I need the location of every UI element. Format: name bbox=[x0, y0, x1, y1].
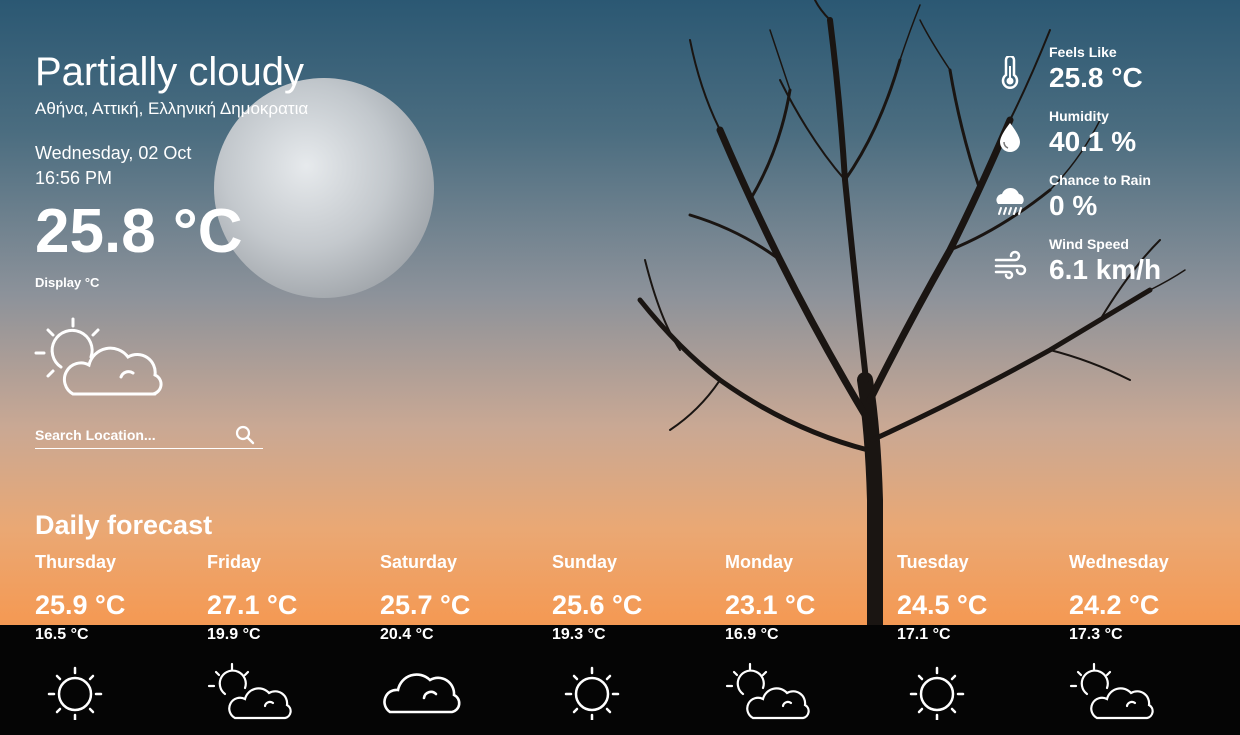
sun-icon bbox=[909, 666, 965, 720]
stat-chance-to-rain: Chance to Rain 0 % bbox=[993, 172, 1233, 236]
stat-humidity: Humidity 40.1 % bbox=[993, 108, 1233, 172]
stat-label: Wind Speed bbox=[1049, 236, 1129, 252]
stat-value: 40.1 % bbox=[1049, 126, 1137, 157]
stat-value: 6.1 km/h bbox=[1049, 254, 1162, 285]
stat-label: Feels Like bbox=[1049, 44, 1117, 60]
forecast-min-temp: 19.3 °C bbox=[552, 626, 606, 643]
partly-cloudy-icon bbox=[207, 662, 292, 720]
thermometer-icon bbox=[1001, 56, 1019, 89]
stat-value: 0 % bbox=[1049, 190, 1098, 221]
forecast-title: Daily forecast bbox=[35, 510, 213, 540]
partly-cloudy-icon bbox=[1069, 662, 1154, 720]
forecast-min-temp: 16.5 °C bbox=[35, 626, 89, 643]
search-icon[interactable] bbox=[235, 425, 255, 445]
forecast-min-temp: 19.9 °C bbox=[207, 626, 261, 643]
stat-wind-speed: Wind Speed 6.1 km/h bbox=[993, 236, 1233, 300]
forecast-day-name: Saturday bbox=[380, 552, 458, 572]
forecast-max-temp: 25.6 °C bbox=[552, 590, 643, 620]
location-name: Αθήνα, Αττική, Ελληνική Δημοκρατια bbox=[35, 99, 309, 118]
weather-stats: Feels Like 25.8 °C Humidity 40.1 % Chanc… bbox=[993, 44, 1233, 300]
forecast-max-temp: 24.5 °C bbox=[897, 590, 988, 620]
forecast-max-temp: 25.9 °C bbox=[35, 590, 126, 620]
forecast-min-temp: 17.1 °C bbox=[897, 626, 951, 643]
forecast-max-temp: 25.7 °C bbox=[380, 590, 471, 620]
current-temperature: 25.8 °C bbox=[35, 197, 243, 266]
stat-label: Humidity bbox=[1049, 108, 1109, 124]
weather-condition: Partially cloudy bbox=[35, 50, 305, 94]
stat-label: Chance to Rain bbox=[1049, 172, 1151, 188]
forecast-min-temp: 20.4 °C bbox=[380, 626, 434, 643]
stat-value: 25.8 °C bbox=[1049, 62, 1143, 93]
search-input[interactable] bbox=[35, 425, 225, 445]
cloud-icon bbox=[383, 673, 461, 714]
forecast-min-temp: 16.9 °C bbox=[725, 626, 779, 643]
unit-toggle-button[interactable]: Display °C bbox=[35, 275, 99, 290]
sun-icon bbox=[564, 666, 620, 720]
forecast-day-name: Wednesday bbox=[1069, 552, 1169, 572]
rain-cloud-icon bbox=[996, 187, 1024, 215]
forecast-max-temp: 23.1 °C bbox=[725, 590, 816, 620]
forecast-day-name: Friday bbox=[207, 552, 262, 572]
partly-cloudy-icon bbox=[725, 662, 810, 720]
stat-feels-like: Feels Like 25.8 °C bbox=[993, 44, 1233, 108]
partly-cloudy-icon bbox=[34, 317, 163, 396]
current-time: 16:56 PM bbox=[35, 168, 113, 188]
wind-icon bbox=[994, 250, 1027, 280]
forecast-max-temp: 24.2 °C bbox=[1069, 590, 1160, 620]
current-date: Wednesday, 02 Oct bbox=[35, 143, 192, 163]
forecast-day-name: Thursday bbox=[35, 552, 117, 572]
droplet-icon bbox=[1000, 123, 1020, 152]
forecast-day-name: Monday bbox=[725, 552, 794, 572]
location-search bbox=[35, 422, 263, 449]
forecast-min-temp: 17.3 °C bbox=[1069, 626, 1123, 643]
forecast-day-name: Sunday bbox=[552, 552, 618, 572]
forecast-day-name: Tuesday bbox=[897, 552, 969, 572]
sun-icon bbox=[47, 666, 103, 720]
forecast-max-temp: 27.1 °C bbox=[207, 590, 298, 620]
